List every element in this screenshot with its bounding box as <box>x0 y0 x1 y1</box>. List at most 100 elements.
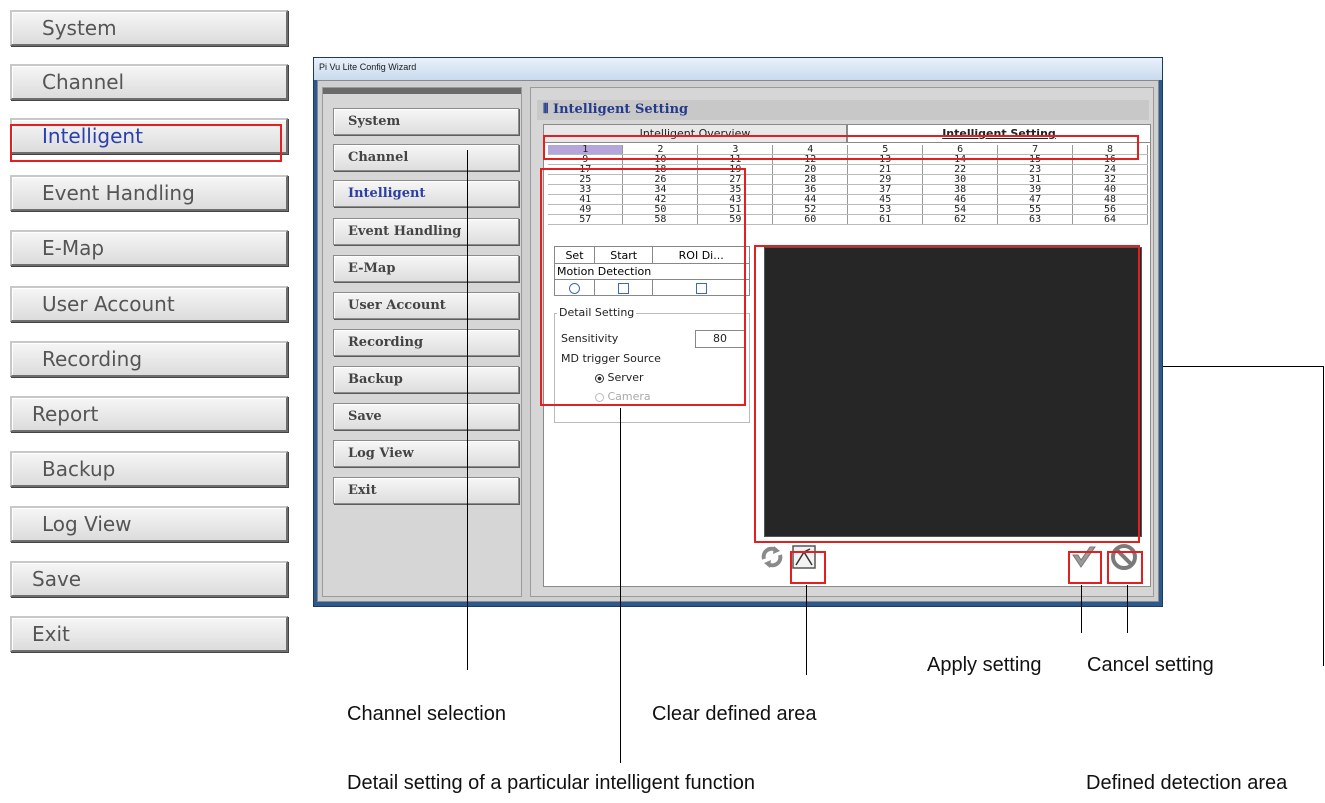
sensitivity-input[interactable]: 80 <box>695 330 745 348</box>
menu-backup[interactable]: Backup <box>10 451 288 487</box>
channel-cell[interactable]: 33 <box>548 184 624 195</box>
cancel-icon[interactable] <box>1110 543 1138 571</box>
apply-icon[interactable] <box>1070 543 1098 571</box>
side-system[interactable]: System <box>333 108 519 135</box>
menu-report[interactable]: Report <box>10 396 288 432</box>
channel-cell[interactable]: 42 <box>622 194 699 205</box>
menu-recording[interactable]: Recording <box>10 341 288 377</box>
side-backup[interactable]: Backup <box>333 366 519 393</box>
channel-cell[interactable]: 15 <box>997 154 1074 165</box>
tab-bar: Intelligent Overview Intelligent Setting <box>543 124 1151 142</box>
channel-cell[interactable]: 56 <box>1072 204 1148 215</box>
server-radio[interactable] <box>595 373 604 383</box>
channel-cell[interactable]: 25 <box>548 174 624 185</box>
menu-exit[interactable]: Exit <box>10 616 288 652</box>
channel-cell[interactable]: 41 <box>548 194 624 205</box>
channel-cell[interactable]: 53 <box>847 204 924 215</box>
server-option[interactable]: Server <box>595 371 644 384</box>
side-event-handling[interactable]: Event Handling <box>333 218 519 245</box>
camera-option[interactable]: Camera <box>595 390 651 403</box>
menu-system[interactable]: System <box>10 10 288 46</box>
side-user-account[interactable]: User Account <box>333 292 519 319</box>
side-exit[interactable]: Exit <box>333 477 519 504</box>
side-emap[interactable]: E-Map <box>333 255 519 282</box>
side-save[interactable]: Save <box>333 403 519 430</box>
tab-overview[interactable]: Intelligent Overview <box>543 124 847 142</box>
menu-log-view[interactable]: Log View <box>10 506 288 542</box>
channel-cell[interactable]: 9 <box>548 154 624 165</box>
channel-cell[interactable]: 57 <box>548 214 624 225</box>
channel-cell[interactable]: 27 <box>697 174 774 185</box>
channel-cell[interactable]: 50 <box>622 204 699 215</box>
channel-cell[interactable]: 19 <box>697 164 774 175</box>
channel-cell[interactable]: 13 <box>847 154 924 165</box>
channel-cell[interactable]: 23 <box>997 164 1074 175</box>
camera-radio[interactable] <box>595 392 604 402</box>
side-recording[interactable]: Recording <box>333 329 519 356</box>
line-area-v <box>1323 366 1324 666</box>
detection-area-preview[interactable] <box>764 247 1142 537</box>
menu-user-account[interactable]: User Account <box>10 286 288 322</box>
roi-checkbox[interactable] <box>695 282 707 294</box>
channel-cell[interactable]: 12 <box>772 154 849 165</box>
menu-save[interactable]: Save <box>10 561 288 597</box>
channel-cell[interactable]: 35 <box>697 184 774 195</box>
set-radio[interactable] <box>568 282 580 294</box>
channel-cell[interactable]: 36 <box>772 184 849 195</box>
channel-cell[interactable]: 47 <box>997 194 1074 205</box>
side-log-view[interactable]: Log View <box>333 440 519 467</box>
channel-cell[interactable]: 31 <box>997 174 1074 185</box>
side-channel[interactable]: Channel <box>333 144 519 171</box>
side-intelligent[interactable]: Intelligent <box>333 180 519 207</box>
channel-cell[interactable]: 48 <box>1072 194 1148 205</box>
channel-cell[interactable]: 11 <box>697 154 774 165</box>
channel-cell[interactable]: 61 <box>847 214 924 225</box>
channel-cell[interactable]: 34 <box>622 184 699 195</box>
menu-emap[interactable]: E-Map <box>10 230 288 266</box>
channel-cell[interactable]: 49 <box>548 204 624 215</box>
channel-cell[interactable]: 52 <box>772 204 849 215</box>
menu-event-handling[interactable]: Event Handling <box>10 175 288 211</box>
channel-cell[interactable]: 38 <box>922 184 999 195</box>
roi-cell <box>652 279 750 296</box>
channel-cell[interactable]: 14 <box>922 154 999 165</box>
channel-cell[interactable]: 26 <box>622 174 699 185</box>
channel-cell[interactable]: 20 <box>772 164 849 175</box>
line-clear <box>806 585 807 675</box>
channel-cell[interactable]: 37 <box>847 184 924 195</box>
channel-cell[interactable]: 10 <box>622 154 699 165</box>
channel-cell[interactable]: 32 <box>1072 174 1148 185</box>
channel-cell[interactable]: 40 <box>1072 184 1148 195</box>
channel-cell[interactable]: 46 <box>922 194 999 205</box>
clear-area-icon[interactable] <box>790 543 818 571</box>
channel-cell[interactable]: 55 <box>997 204 1074 215</box>
function-table: Set Start ROI Di... Motion Detection <box>554 246 750 296</box>
channel-cell[interactable]: 44 <box>772 194 849 205</box>
refresh-icon[interactable] <box>758 543 786 571</box>
channel-cell[interactable]: 58 <box>622 214 699 225</box>
callout-channel-selection: Channel selection <box>347 703 506 725</box>
channel-cell[interactable]: 54 <box>922 204 999 215</box>
channel-cell[interactable]: 16 <box>1072 154 1148 165</box>
channel-cell[interactable]: 30 <box>922 174 999 185</box>
channel-cell[interactable]: 51 <box>697 204 774 215</box>
channel-cell[interactable]: 62 <box>922 214 999 225</box>
menu-intelligent[interactable]: Intelligent <box>10 118 288 154</box>
channel-cell[interactable]: 22 <box>922 164 999 175</box>
channel-cell[interactable]: 60 <box>772 214 849 225</box>
channel-cell[interactable]: 43 <box>697 194 774 205</box>
channel-cell[interactable]: 21 <box>847 164 924 175</box>
channel-cell[interactable]: 24 <box>1072 164 1148 175</box>
channel-cell[interactable]: 45 <box>847 194 924 205</box>
channel-cell[interactable]: 59 <box>697 214 774 225</box>
channel-cell[interactable]: 63 <box>997 214 1074 225</box>
channel-cell[interactable]: 28 <box>772 174 849 185</box>
channel-cell[interactable]: 39 <box>997 184 1074 195</box>
channel-cell[interactable]: 18 <box>622 164 699 175</box>
start-checkbox[interactable] <box>618 282 630 294</box>
menu-channel[interactable]: Channel <box>10 64 288 100</box>
tab-setting[interactable]: Intelligent Setting <box>847 124 1151 142</box>
channel-cell[interactable]: 29 <box>847 174 924 185</box>
channel-cell[interactable]: 17 <box>548 164 624 175</box>
channel-cell[interactable]: 64 <box>1072 214 1148 225</box>
